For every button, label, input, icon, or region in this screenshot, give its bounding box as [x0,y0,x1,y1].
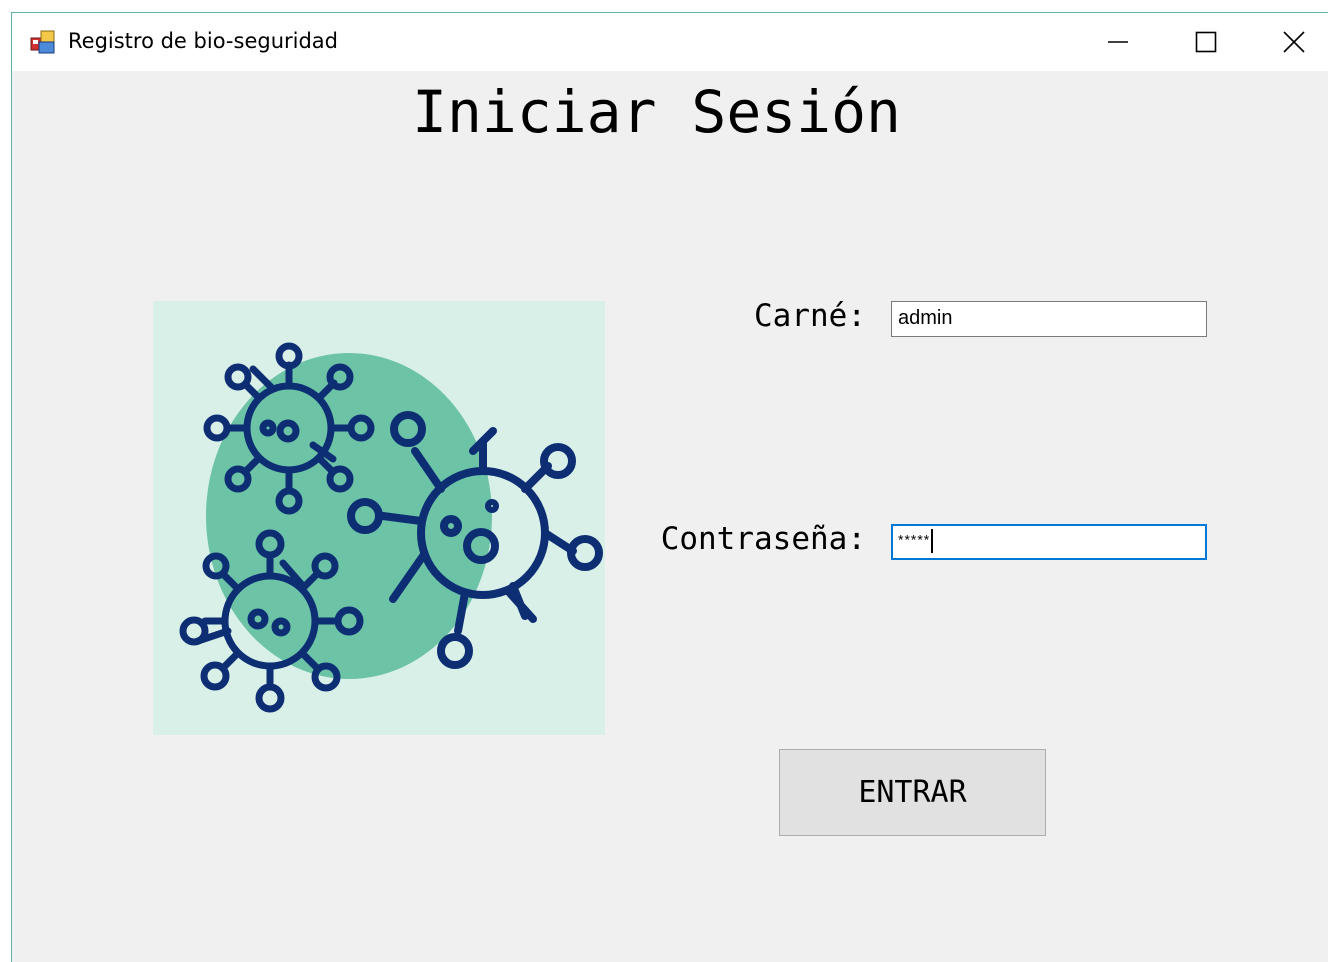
window-title: Registro de bio-seguridad [68,29,339,53]
carne-label: Carné: [754,298,866,334]
password-mask: ***** [898,531,931,548]
title-bar[interactable]: Registro de bio-seguridad [12,13,1328,71]
password-input[interactable]: ***** [891,524,1207,560]
maximize-icon [1195,31,1217,53]
app-icon [30,30,55,54]
page-title: Iniciar Sesión [412,78,901,146]
minimize-icon [1108,41,1128,43]
maximize-button[interactable] [1162,13,1250,71]
enter-button[interactable]: ENTRAR [779,749,1046,836]
login-window: Registro de bio-seguridad Iniciar Sesión [11,12,1328,962]
carne-input[interactable]: admin [891,301,1207,337]
virus-illustration [153,301,605,735]
text-caret [931,529,934,553]
minimize-button[interactable] [1074,13,1162,71]
password-label: Contraseña: [660,521,866,557]
close-button[interactable] [1250,13,1328,71]
close-icon [1283,31,1305,53]
